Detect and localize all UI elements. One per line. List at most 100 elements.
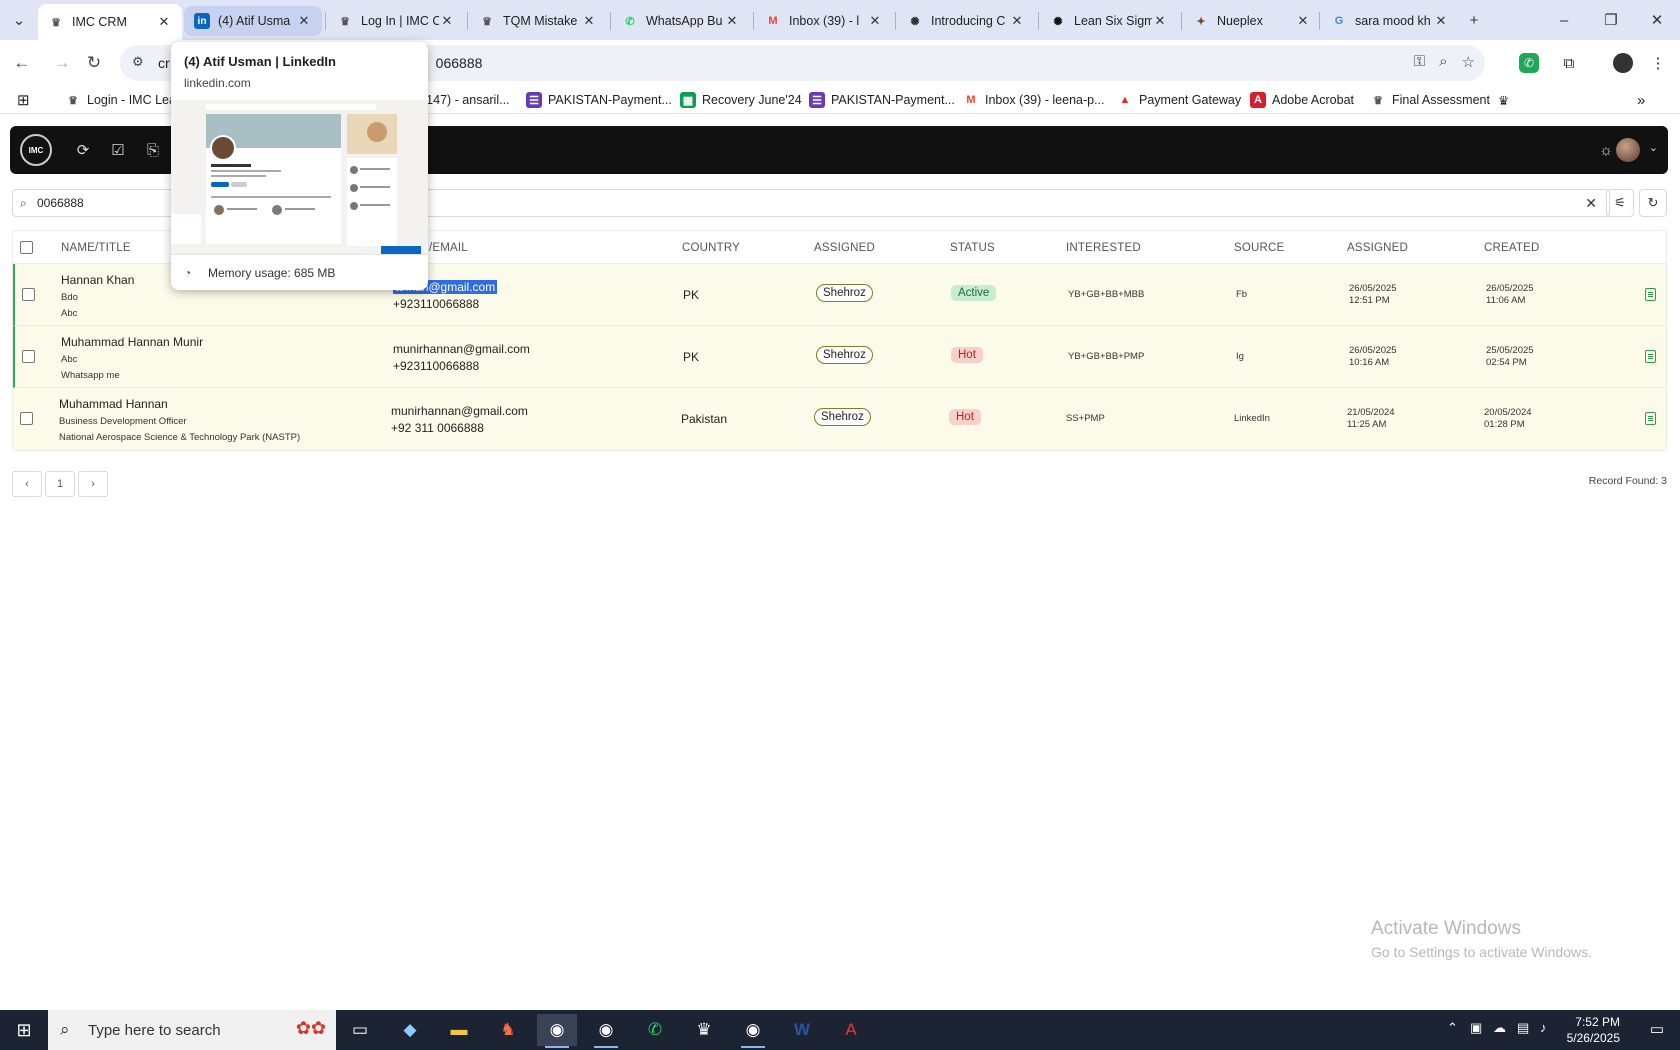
- row-checkbox[interactable]: [22, 288, 35, 301]
- chevron-down-icon[interactable]: ⌄: [1649, 141, 1658, 154]
- bookmark-item[interactable]: M Inbox (39) - leena-p...: [963, 91, 1104, 109]
- word-icon[interactable]: W: [782, 1014, 822, 1046]
- browser-tab[interactable]: ♛ IMC CRM ✕: [38, 4, 182, 40]
- imc-logo[interactable]: IMC: [20, 134, 52, 166]
- bookmark-star-icon[interactable]: ☆: [1462, 53, 1475, 71]
- browser-tab[interactable]: ✺ Introducing C ✕: [897, 6, 1035, 36]
- volume-muted-icon[interactable]: ♪: [1540, 1020, 1547, 1035]
- new-tab-button[interactable]: +: [1462, 8, 1486, 32]
- tab-close-icon[interactable]: ✕: [156, 14, 172, 30]
- bookmark-item[interactable]: ♛ Final Assessment: [1370, 91, 1490, 109]
- task-view-icon[interactable]: ▭: [340, 1014, 380, 1046]
- taskbar-clock[interactable]: 7:52 PM 5/26/2025: [1567, 1014, 1620, 1046]
- chrome-profile-icon[interactable]: ◉: [586, 1014, 626, 1048]
- select-all-checkbox[interactable]: [20, 241, 33, 254]
- more-bookmark-imc-icon[interactable]: ♛: [1498, 91, 1509, 109]
- extensions-puzzle-icon[interactable]: ⧉: [1556, 50, 1582, 76]
- tab-close-icon[interactable]: ✕: [1433, 13, 1449, 29]
- col-assigned[interactable]: ASSIGNED: [814, 242, 875, 254]
- whatsapp-extension-icon[interactable]: ✆: [1519, 53, 1539, 73]
- tab-close-icon[interactable]: ✕: [724, 13, 740, 29]
- site-info-icon[interactable]: ⚙: [132, 54, 144, 70]
- col-country[interactable]: COUNTRY: [682, 242, 740, 254]
- tab-title: TQM Mistake: [503, 14, 578, 28]
- acrobat-taskbar-icon[interactable]: A: [831, 1014, 871, 1046]
- tab-close-icon[interactable]: ✕: [867, 13, 883, 29]
- bookmarks-overflow-icon[interactable]: »: [1637, 91, 1645, 109]
- notifications-icon[interactable]: ▭: [1650, 1020, 1664, 1038]
- zoom-icon[interactable]: ⌕: [1439, 53, 1447, 71]
- clear-search-icon[interactable]: ✕: [1585, 195, 1597, 212]
- chrome-icon[interactable]: ◉: [537, 1014, 577, 1048]
- chrome-menu-icon[interactable]: ⋮: [1645, 50, 1671, 76]
- meet-now-icon[interactable]: ▣: [1470, 1020, 1482, 1036]
- tab-title: Introducing C: [931, 14, 1006, 28]
- browser-tab[interactable]: Gsara mood kh ✕: [1321, 6, 1459, 36]
- browser-tab[interactable]: ♛ TQM Mistake ✕: [469, 6, 607, 36]
- password-key-icon[interactable]: ⚿: [1414, 53, 1425, 71]
- apps-grid-icon[interactable]: ⊞: [17, 91, 30, 109]
- tab-search-button[interactable]: ⌄: [7, 8, 31, 32]
- network-icon[interactable]: ▤: [1517, 1020, 1529, 1036]
- browser-tab[interactable]: ✦ Nueplex ✕: [1183, 6, 1321, 36]
- notes-document-icon[interactable]: [1645, 350, 1656, 363]
- bookmark-item[interactable]: ♛ Login - IMC Lea: [65, 91, 176, 109]
- tab-close-icon[interactable]: ✕: [1295, 13, 1311, 29]
- table-row[interactable]: Muhammad Hannan Business Development Off…: [13, 388, 1666, 450]
- col-contact-email[interactable]: /EMAIL: [429, 242, 468, 254]
- refresh-icon[interactable]: ⟳: [73, 140, 93, 160]
- col-created[interactable]: CREATED: [1484, 242, 1540, 254]
- copilot-icon[interactable]: ◆: [390, 1014, 430, 1046]
- document-switch-icon[interactable]: ⎘: [143, 140, 163, 160]
- next-page-button[interactable]: ›: [78, 471, 108, 497]
- prev-page-button[interactable]: ‹: [12, 471, 42, 497]
- browser-tab[interactable]: ✆ WhatsApp Bu ✕: [612, 6, 750, 36]
- imc-taskbar-icon[interactable]: ♛: [684, 1014, 724, 1046]
- onedrive-cloud-icon[interactable]: ☁: [1493, 1020, 1506, 1036]
- browser-tab[interactable]: in (4) Atif Usma ✕: [184, 6, 322, 36]
- bookmark-item[interactable]: A Adobe Acrobat: [1250, 91, 1354, 109]
- browser-tab[interactable]: ✺ Lean Six Sigm ✕: [1040, 6, 1178, 36]
- tab-close-icon[interactable]: ✕: [581, 13, 597, 29]
- col-assigned-date[interactable]: ASSIGNED: [1347, 242, 1408, 254]
- bookmark-item[interactable]: ▲ Payment Gateway: [1117, 91, 1242, 109]
- calendar-check-icon[interactable]: ☑: [108, 140, 128, 160]
- bookmark-item[interactable]: ▦ Recovery June'24: [680, 91, 802, 109]
- forward-button[interactable]: →: [49, 50, 75, 76]
- file-explorer-icon[interactable]: ▬: [439, 1014, 479, 1046]
- browser-tab[interactable]: ♛ Log In | IMC C ✕: [327, 6, 465, 36]
- row-checkbox[interactable]: [20, 412, 33, 425]
- chrome-alt-icon[interactable]: ◉: [733, 1014, 773, 1048]
- tab-close-icon[interactable]: ✕: [439, 13, 455, 29]
- tab-close-icon[interactable]: ✕: [1152, 13, 1168, 29]
- tab-close-icon[interactable]: ✕: [1009, 13, 1025, 29]
- minimize-button[interactable]: –: [1552, 8, 1576, 32]
- whatsapp-taskbar-icon[interactable]: ✆: [635, 1014, 675, 1046]
- col-status[interactable]: STATUS: [950, 242, 995, 254]
- tab-close-icon[interactable]: ✕: [296, 13, 312, 29]
- windows-start-icon[interactable]: ⊞: [0, 1010, 48, 1050]
- table-row[interactable]: Muhammad Hannan Munir Abc Whatsapp me mu…: [13, 326, 1666, 388]
- bookmark-item[interactable]: ☰ PAKISTAN-Payment...: [526, 91, 672, 109]
- tray-chevron-up-icon[interactable]: ⌃: [1447, 1020, 1458, 1036]
- bookmark-item[interactable]: ☰ PAKISTAN-Payment...: [809, 91, 955, 109]
- filter-button[interactable]: ⚟: [1606, 189, 1634, 217]
- reload-list-button[interactable]: ↻: [1639, 189, 1667, 217]
- close-window-button[interactable]: ✕: [1645, 8, 1669, 32]
- row-checkbox[interactable]: [22, 350, 35, 363]
- taskbar-search-input[interactable]: ⌕ Type here to search ✿✿: [48, 1010, 336, 1050]
- reload-button[interactable]: ↻: [81, 50, 107, 76]
- notes-document-icon[interactable]: [1645, 288, 1656, 301]
- app-pinned-icon[interactable]: ♞: [488, 1014, 528, 1046]
- profile-avatar-icon[interactable]: [1610, 50, 1636, 76]
- back-button[interactable]: ←: [9, 50, 35, 76]
- col-interested[interactable]: INTERESTED: [1066, 242, 1141, 254]
- restore-button[interactable]: ❐: [1599, 8, 1623, 32]
- col-name-title[interactable]: NAME/TITLE: [61, 242, 131, 254]
- page-1-button[interactable]: 1: [45, 471, 75, 497]
- browser-tab[interactable]: M Inbox (39) - l ✕: [755, 6, 893, 36]
- user-avatar[interactable]: [1616, 138, 1640, 162]
- theme-sun-icon[interactable]: ☼: [1596, 140, 1616, 160]
- notes-document-icon[interactable]: [1645, 412, 1656, 425]
- col-source[interactable]: SOURCE: [1234, 242, 1284, 254]
